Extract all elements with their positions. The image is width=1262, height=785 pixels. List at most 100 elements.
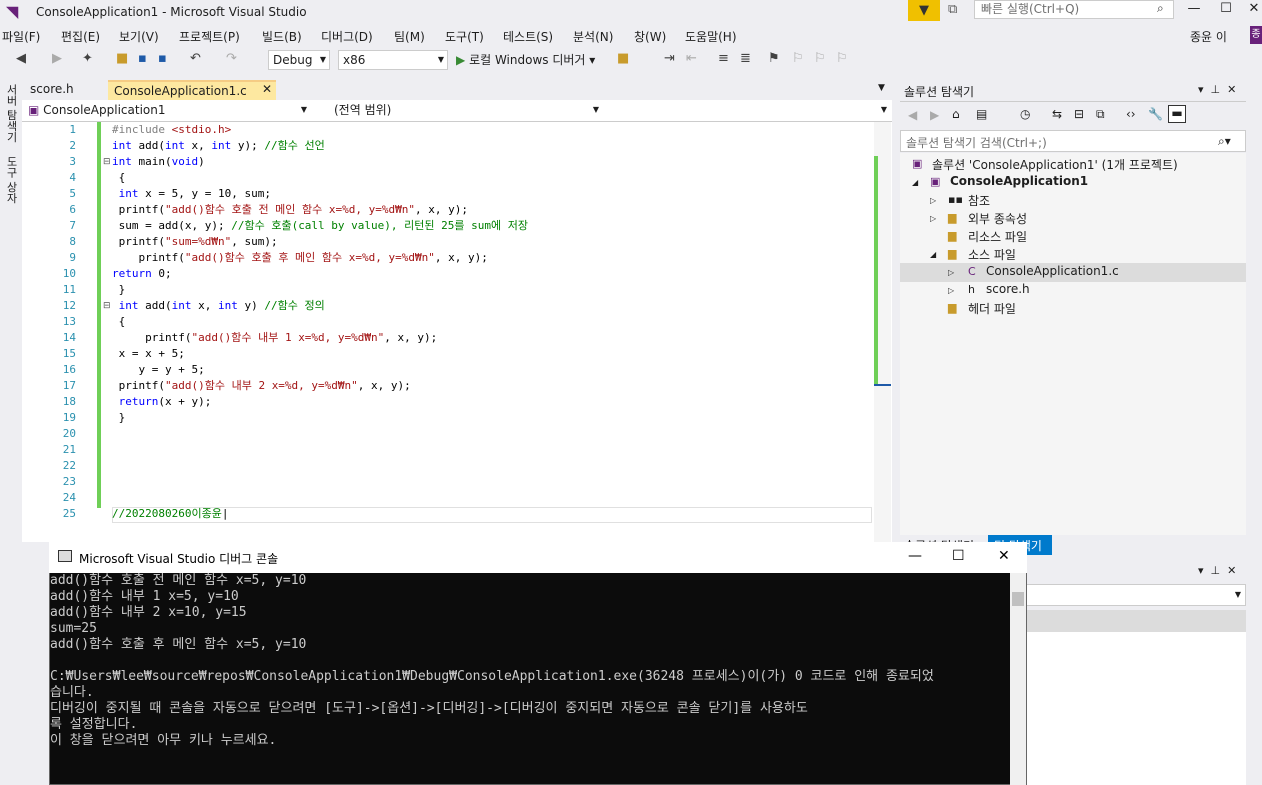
fold-toggle-icon[interactable]: ⊟ [103,154,111,170]
view-code-icon[interactable]: ‹› [1126,107,1136,121]
panel-controls[interactable]: ▾ ⊥ ✕ [1198,564,1236,577]
menu-help[interactable]: 도움말(H) [685,28,737,45]
step-over-icon[interactable]: ⇤ [686,51,697,66]
menu-test[interactable]: 테스트(S) [503,28,553,45]
console-maximize-button[interactable]: ☐ [952,548,965,564]
switch-views-icon[interactable]: ▤ [976,107,987,121]
menu-window[interactable]: 창(W) [634,28,666,45]
code-line: sum = add(x, y); //함수 호출(call by value),… [112,219,528,232]
solution-explorer-title: 솔루션 탐색기 [904,85,975,99]
collapse-arrow-icon[interactable]: ▷ [948,268,954,277]
tab-consoleapplication1-c[interactable]: ConsoleApplication1.c [108,80,276,100]
home-icon[interactable]: ⌂ [952,107,960,121]
notification-filter-icon[interactable]: ▼ [908,0,940,21]
close-icon[interactable]: ✕ [262,82,272,96]
collapse-all-icon[interactable]: ⊟ [1074,107,1084,121]
user-avatar[interactable]: 종 [1250,26,1262,44]
menu-tools[interactable]: 도구(T) [445,28,484,45]
minimize-button[interactable]: — [1180,0,1208,20]
start-debugging-button[interactable]: ▶ 로컬 Windows 디버거 ▾ [456,51,595,68]
line-number: 24 [62,491,76,504]
tree-item-project[interactable]: ConsoleApplication1 [950,174,1088,188]
bookmark-icon[interactable]: ⚑ [768,51,780,66]
prev-bookmark-icon[interactable]: ⚐ [792,51,804,66]
clear-bookmarks-icon[interactable]: ⚐ [836,51,848,66]
code-line: return 0; [112,267,172,280]
code-line: { [112,315,126,328]
menu-file[interactable]: 파일(F) [2,28,40,45]
forward-icon[interactable]: ▶ [930,108,939,122]
c-file-icon: C [968,265,976,278]
tree-item-resource-files[interactable]: 리소스 파일 [968,228,1027,245]
quick-launch-input[interactable]: 빠른 실행(Ctrl+Q) [974,0,1174,19]
open-folder-icon[interactable]: ■ [116,51,128,66]
search-icon[interactable]: ⌕▾ [1218,134,1231,149]
code-line: int add(int x, int y); //함수 선언 [112,139,325,152]
next-bookmark-icon[interactable]: ⚐ [814,51,826,66]
configuration-select[interactable]: Debug ▼ [268,50,330,70]
code-line: int x = 5, y = 10, sum; [118,187,271,200]
tree-item-solution[interactable]: 솔루션 'ConsoleApplication1' (1개 프로젝트) [932,156,1178,173]
tab-list-dropdown-icon[interactable]: ▼ [878,83,885,93]
solution-icon: ▣ [912,157,923,170]
menu-debug[interactable]: 디버그(D) [321,28,373,45]
show-all-files-icon[interactable]: ⧉ [1096,107,1105,122]
tree-item-score-h[interactable]: score.h [986,282,1030,296]
console-scroll-thumb[interactable] [1012,592,1024,606]
menu-team[interactable]: 팀(M) [394,28,425,45]
solution-search-placeholder: 솔루션 탐색기 검색(Ctrl+;) [906,136,1047,150]
menu-build[interactable]: 빌드(B) [262,28,302,45]
expand-arrow-icon[interactable]: ◢ [930,250,936,259]
tree-item-source-files[interactable]: 소스 파일 [968,246,1016,263]
panel-controls[interactable]: ▾ ⊥ ✕ [1198,83,1236,96]
fold-toggle-icon[interactable]: ⊟ [103,298,111,314]
redo-icon[interactable]: ↷ [226,51,237,66]
undo-icon[interactable]: ↶ [190,51,201,66]
tree-item-main-c[interactable]: ConsoleApplication1.c [986,264,1119,278]
comment-icon[interactable]: ≡ [718,51,729,66]
tree-item-header-files[interactable]: 헤더 파일 [968,300,1016,317]
collapse-arrow-icon[interactable]: ▷ [930,196,936,205]
menu-edit[interactable]: 편집(E) [61,28,100,45]
tree-item-external-deps[interactable]: 외부 종속성 [968,210,1027,227]
preview-icon[interactable]: ▬ [1168,105,1186,123]
step-icon[interactable]: ⇥ [664,51,675,66]
forward-icon[interactable]: ▶ [52,51,62,66]
menu-project[interactable]: 프로젝트(P) [179,28,240,45]
menu-analyze[interactable]: 분석(N) [573,28,613,45]
line-number: 8 [69,235,76,248]
properties-grid [1026,632,1246,785]
feedback-icon[interactable]: ⧉ [948,2,957,17]
menu-view[interactable]: 보기(V) [119,28,159,45]
platform-select[interactable]: x86 ▼ [338,50,448,70]
console-minimize-button[interactable]: — [908,548,922,564]
save-all-icon[interactable]: ▪ [158,51,167,66]
maximize-button[interactable]: ☐ [1212,0,1240,20]
back-icon[interactable]: ◀ [908,108,917,122]
close-button[interactable]: ✕ [1240,0,1262,20]
sync-icon[interactable]: ⇆ [1052,107,1062,121]
project-icon: ▣ [930,175,941,188]
scope-dropdown[interactable]: (전역 범위) ▼ [314,101,602,121]
collapse-arrow-icon[interactable]: ▷ [948,286,954,295]
folder-icon: ▆ [948,211,957,224]
properties-icon[interactable]: 🔧 [1148,107,1163,121]
tree-item-references[interactable]: 참조 [968,192,990,209]
expand-arrow-icon[interactable]: ◢ [912,178,918,187]
line-number: 15 [62,347,76,360]
uncomment-icon[interactable]: ≣ [740,51,751,66]
project-dropdown[interactable]: ▣ ConsoleApplication1 ▼ [24,101,310,121]
back-icon[interactable]: ◀ [16,51,26,66]
find-in-files-icon[interactable]: ■ [617,51,629,66]
save-icon[interactable]: ▪ [138,51,147,66]
properties-object-select[interactable]: ▼ [1026,584,1246,606]
console-close-button[interactable]: ✕ [998,548,1010,564]
user-name[interactable]: 종윤 이 [1190,28,1227,45]
tab-score-h[interactable]: score.h [24,80,80,100]
toolbox-tab[interactable]: 도구 상자 [3,156,19,204]
server-explorer-tab[interactable]: 서버 탐색기 [3,84,19,143]
pending-changes-icon[interactable]: ◷ [1020,107,1030,121]
collapse-arrow-icon[interactable]: ▷ [930,214,936,223]
member-dropdown[interactable]: ▼ [606,101,890,121]
new-project-icon[interactable]: ✦ [82,51,93,66]
